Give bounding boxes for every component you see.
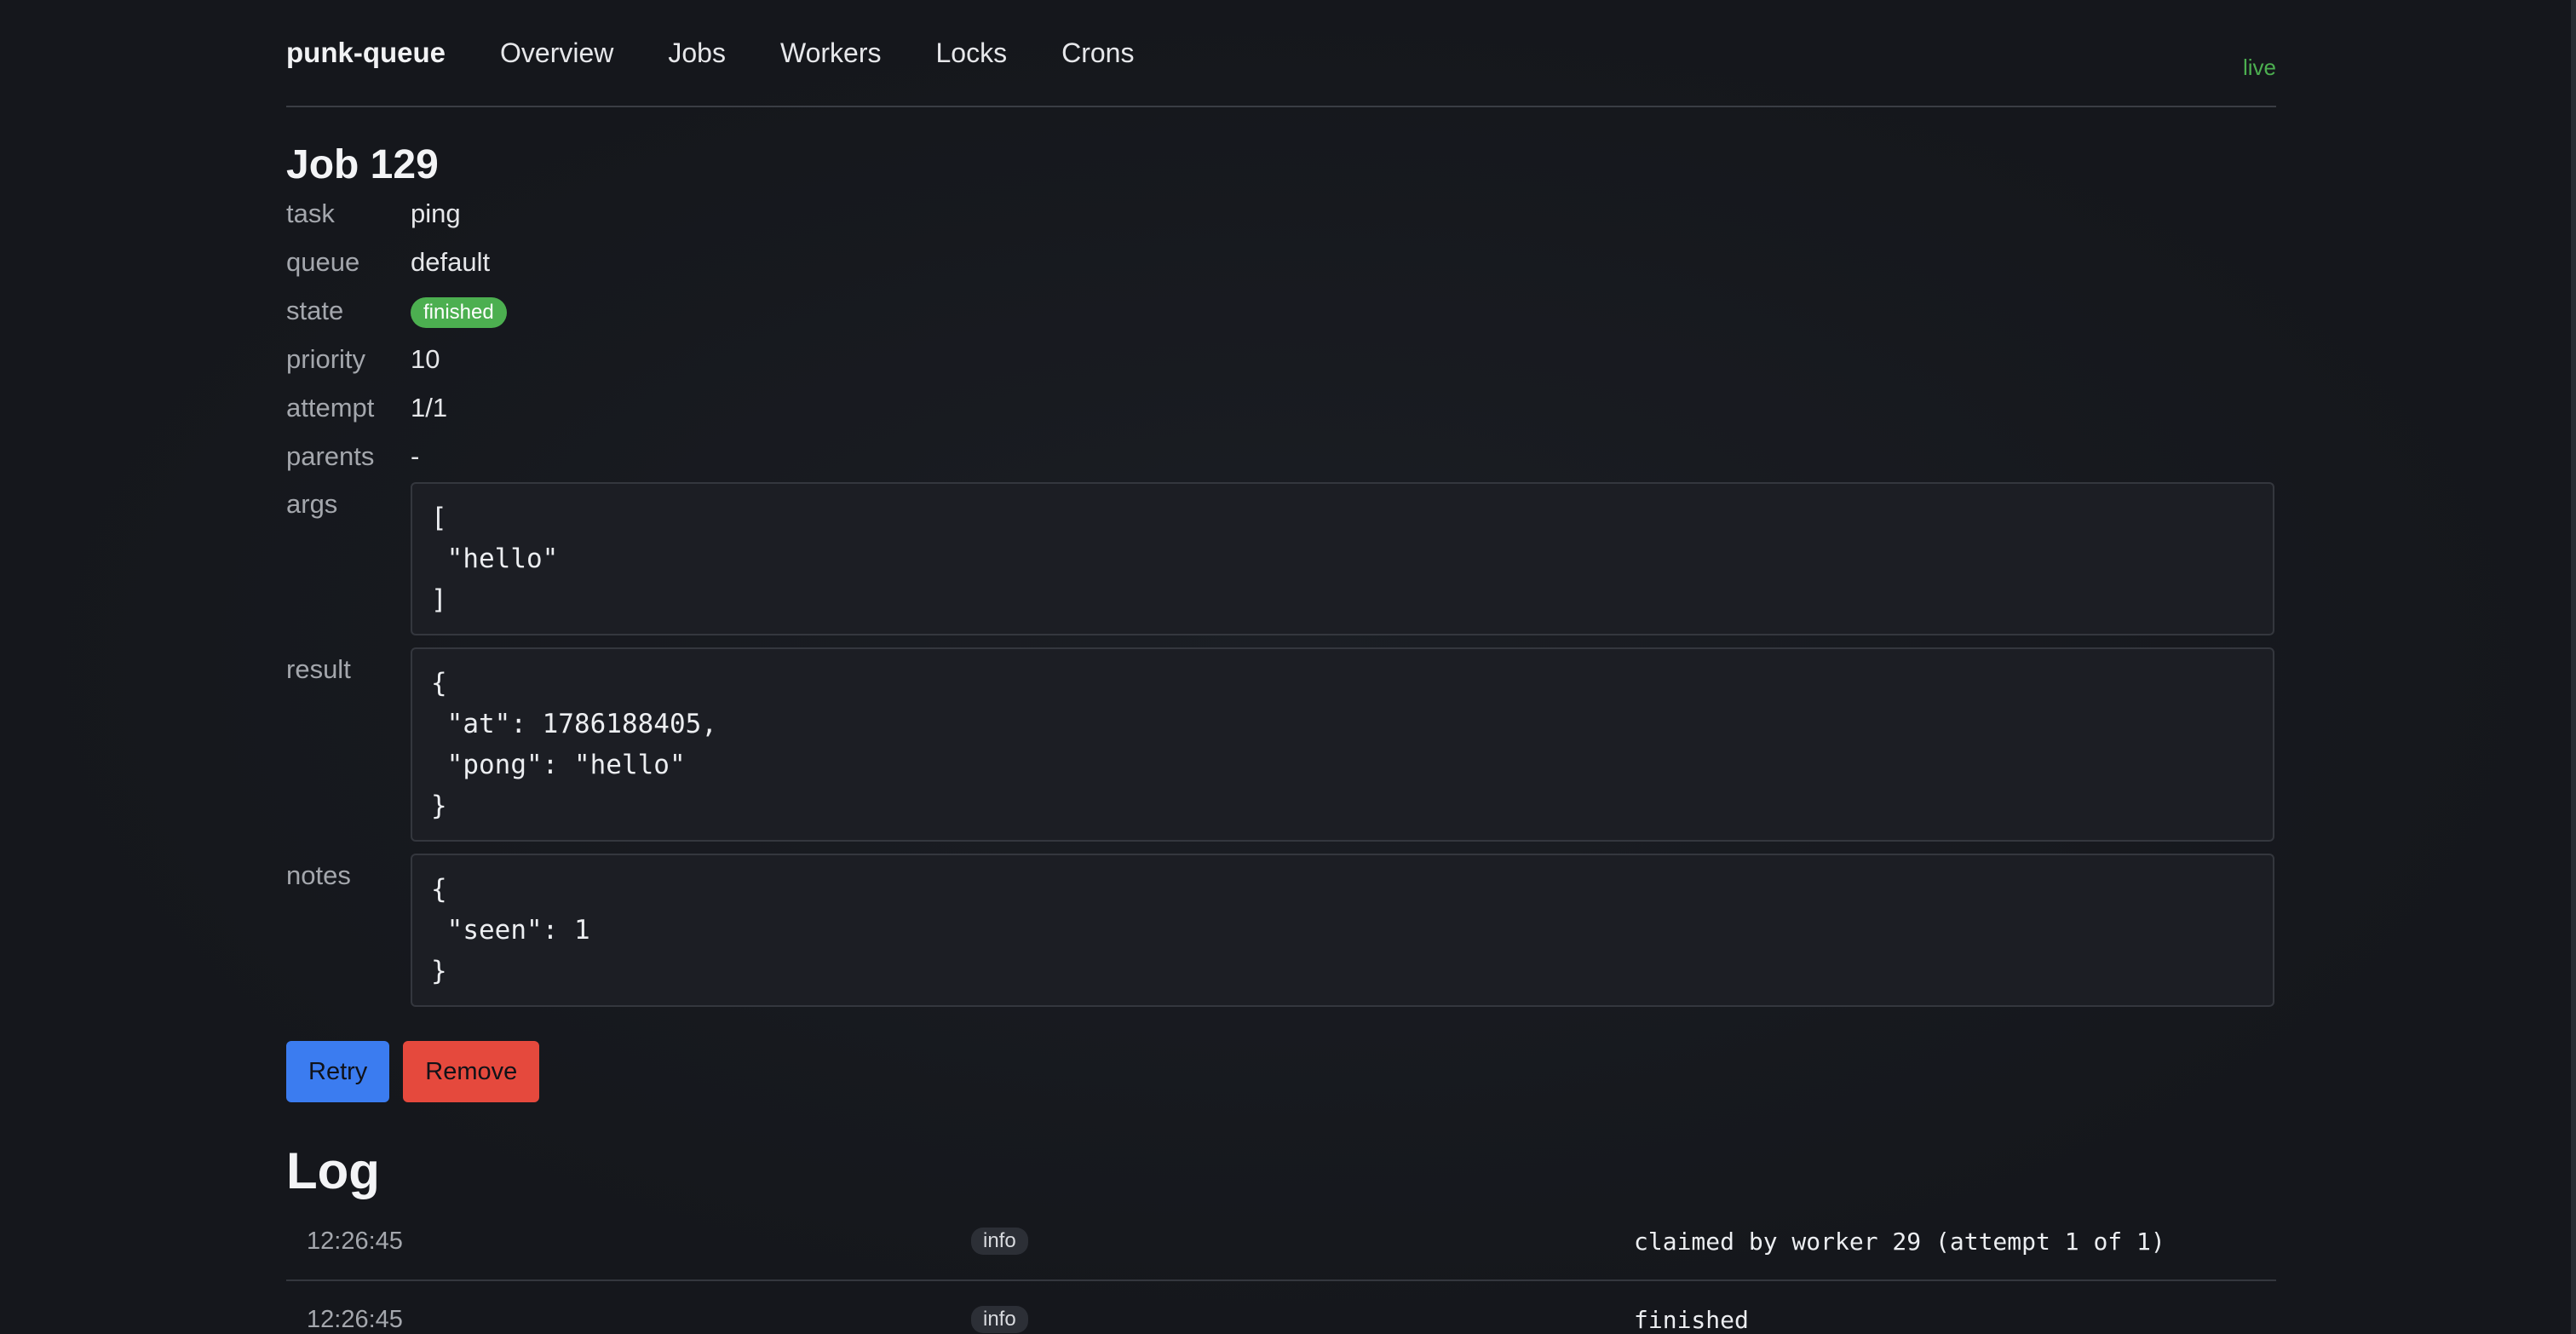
detail-row-state: state finished [286, 286, 2276, 335]
detail-label: result [286, 654, 351, 684]
nav-link-crons[interactable]: Crons [1061, 37, 1134, 69]
page-container: punk-queue Overview Jobs Workers Locks C… [286, 0, 2276, 1334]
status-badge: finished [411, 296, 507, 328]
detail-label: attempt [286, 393, 375, 423]
page-title: Job 129 [286, 142, 439, 187]
attempt-value: 1/1 [411, 393, 448, 423]
detail-row-task: task ping [286, 189, 2276, 238]
detail-label: state [286, 296, 344, 325]
detail-label: task [286, 198, 335, 228]
task-value: ping [411, 198, 461, 228]
log-heading: Log [286, 1142, 380, 1199]
log-message: claimed by worker 29 (attempt 1 of 1) [1634, 1227, 2165, 1256]
detail-row-notes: notes { "seen": 1 } [286, 852, 2276, 1017]
window-scrollbar[interactable] [2571, 0, 2576, 1334]
log-level-badge: info [971, 1306, 1028, 1333]
nav-link-jobs[interactable]: Jobs [668, 37, 726, 69]
log-level-badge: info [971, 1228, 1028, 1255]
result-code-block: { "at": 1786188405, "pong": "hello" } [411, 647, 2274, 842]
notes-code-block: { "seen": 1 } [411, 854, 2274, 1007]
detail-label: queue [286, 247, 360, 277]
top-nav: punk-queue Overview Jobs Workers Locks C… [286, 0, 2276, 107]
brand-logo[interactable]: punk-queue [286, 37, 446, 69]
log-row: 12:26:45 info finished [286, 1281, 2276, 1334]
log-message: finished [1634, 1305, 1749, 1334]
live-status-indicator: live [2242, 55, 2276, 80]
queue-value: default [411, 247, 491, 277]
nav-link-overview[interactable]: Overview [500, 37, 613, 69]
priority-value: 10 [411, 344, 440, 374]
detail-label: args [286, 489, 338, 519]
job-actions: Retry Remove [286, 1041, 2276, 1102]
log-row: 12:26:45 info claimed by worker 29 (atte… [286, 1203, 2276, 1281]
detail-label: priority [286, 344, 366, 374]
log-timestamp: 12:26:45 [307, 1305, 403, 1333]
retry-button[interactable]: Retry [286, 1041, 390, 1102]
parents-value: - [411, 441, 420, 471]
app-frame: punk-queue Overview Jobs Workers Locks C… [0, 0, 2576, 1334]
detail-row-queue: queue default [286, 238, 2276, 286]
detail-row-priority: priority 10 [286, 335, 2276, 383]
nav-link-workers[interactable]: Workers [780, 37, 882, 69]
detail-label: parents [286, 441, 375, 471]
args-code-block: [ "hello" ] [411, 482, 2274, 635]
log-list: 12:26:45 info claimed by worker 29 (atte… [286, 1203, 2276, 1334]
nav-link-locks[interactable]: Locks [935, 37, 1007, 69]
job-details: task ping queue default state finished p… [286, 189, 2276, 1017]
log-timestamp: 12:26:45 [307, 1227, 403, 1255]
detail-row-result: result { "at": 1786188405, "pong": "hell… [286, 646, 2276, 852]
detail-row-parents: parents - [286, 432, 2276, 480]
state-value: finished [411, 286, 507, 335]
detail-row-attempt: attempt 1/1 [286, 383, 2276, 432]
detail-label: notes [286, 860, 351, 890]
detail-row-args: args [ "hello" ] [286, 480, 2276, 646]
remove-button[interactable]: Remove [403, 1041, 540, 1102]
